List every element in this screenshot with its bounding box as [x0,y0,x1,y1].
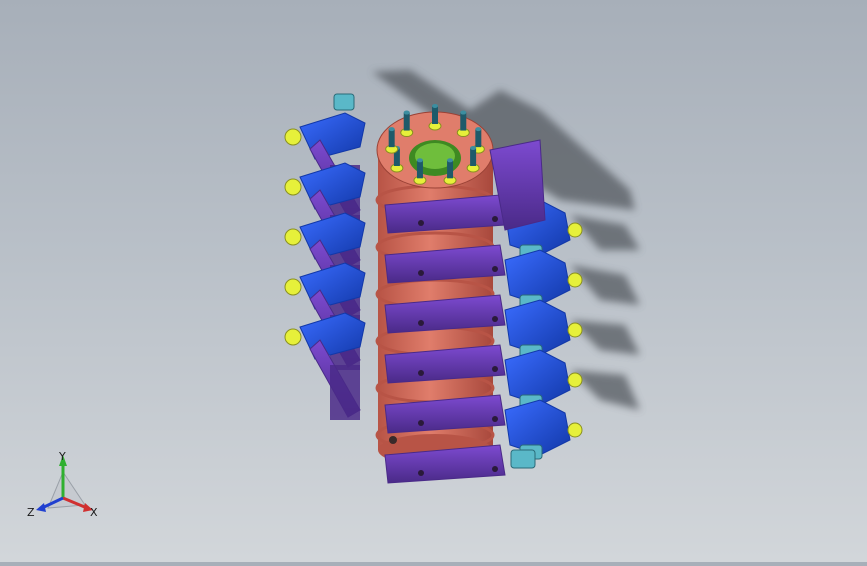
arm-screw [418,320,424,326]
left-bolt [284,178,302,196]
right-bolt [567,372,583,388]
arm-screw [418,270,424,276]
left-arm-plate [330,365,360,420]
bottom-nut [510,449,536,469]
left-clamp [299,112,366,160]
right-bolt [567,222,583,238]
coordinate-triad: Y X Z [27,450,98,519]
arm-screw [492,266,498,272]
left-bolt [284,278,302,296]
left-arm-assembly [284,312,366,420]
arm-screw [418,420,424,426]
arm-screw [492,416,498,422]
right-bolt [567,422,583,438]
left-brush-arms [284,93,366,420]
arm-screw [418,470,424,476]
body-screw [389,436,397,444]
arm-screw [492,366,498,372]
x-axis-label: X [90,506,98,519]
right-bolt [567,322,583,338]
left-bolt [284,328,302,346]
model-view[interactable]: Y X Z [0,0,867,562]
top-left-nut [333,93,355,111]
arm-screw [492,466,498,472]
left-bolt [284,128,302,146]
cad-viewport[interactable]: Y X Z [0,0,867,562]
arm-screw [492,216,498,222]
arm-screw [492,316,498,322]
arm-screw [418,220,424,226]
y-axis-label: Y [58,450,66,463]
left-bolt [284,228,302,246]
right-bolt [567,272,583,288]
z-axis-label: Z [27,506,35,519]
arm-screw [418,370,424,376]
